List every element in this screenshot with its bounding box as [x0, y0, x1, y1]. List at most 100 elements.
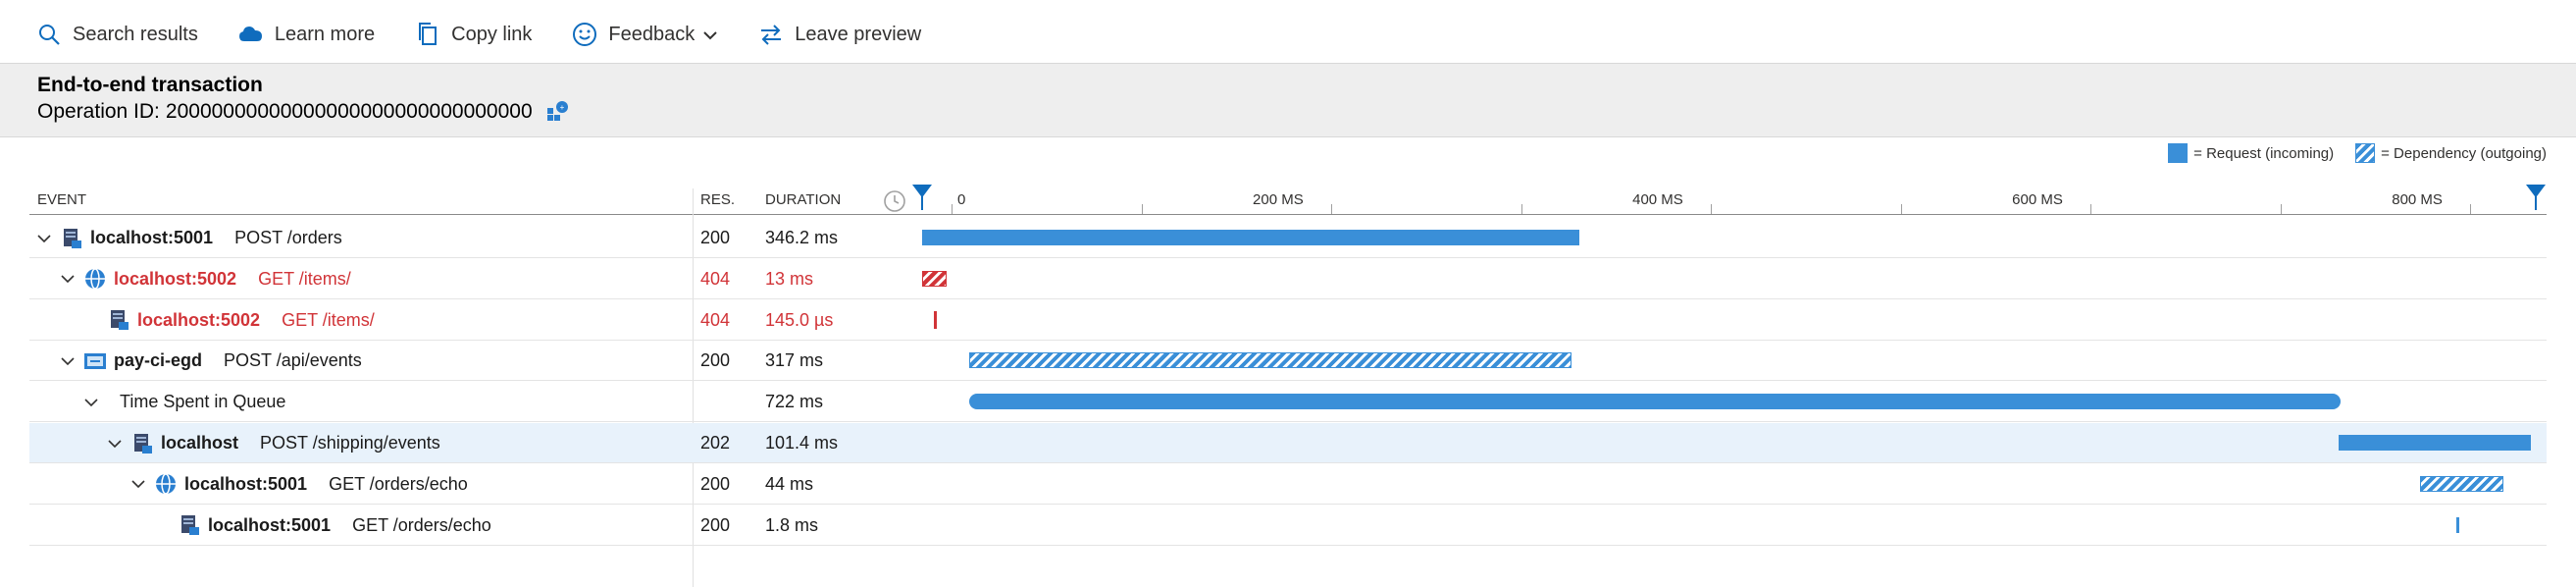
search-results-label: Search results: [73, 23, 198, 45]
duration-value: 13 ms: [765, 268, 814, 289]
event-column-header[interactable]: EVENT: [37, 191, 86, 208]
chevron-down-icon[interactable]: [129, 475, 147, 493]
axis-minor-tick: [1900, 204, 1902, 214]
event-cell: localhost POST /shipping/events: [106, 423, 440, 463]
res-column-header[interactable]: RES.: [700, 191, 735, 208]
result-code: 200: [700, 228, 731, 247]
timeline-bar[interactable]: [969, 394, 2341, 410]
duration-value: 722 ms: [765, 392, 824, 412]
feedback-label: Feedback: [608, 23, 696, 45]
command-bar: Search results Learn more Copy link Feed…: [0, 0, 2576, 69]
operation-id-line: Operation ID: 20000000000000000000000000…: [37, 99, 570, 125]
operation-name: Time Spent in Queue: [120, 392, 286, 412]
globe-icon: [82, 266, 108, 292]
axis-tick-line: [1711, 204, 1713, 214]
server-icon: [59, 226, 84, 251]
operation-id-value: 20000000000000000000000000000000: [165, 100, 533, 123]
table-row[interactable]: localhost:5002 GET /items/404 13 ms: [29, 259, 2547, 299]
duration-column-header[interactable]: DURATION: [765, 191, 841, 208]
timeline-legend: = Request (incoming) = Dependency (outgo…: [2168, 143, 2547, 163]
smiley-icon: [571, 21, 598, 48]
axis-minor-tick: [1520, 204, 1522, 214]
axis-tick-label: 200 MS: [1253, 191, 1304, 208]
copy-link-button[interactable]: Copy link: [414, 10, 532, 59]
table-row[interactable]: Time Spent in Queue 722 ms: [29, 382, 2547, 423]
event-cell: pay-ci-egd POST /api/events: [59, 341, 362, 381]
operation-name: POST /shipping/events: [260, 433, 440, 453]
range-start-handle-icon[interactable]: [912, 185, 932, 214]
axis-tick-label: 400 MS: [1632, 191, 1683, 208]
svg-text:+: +: [559, 103, 564, 112]
chevron-down-icon[interactable]: [59, 352, 77, 370]
axis-tick-label: 600 MS: [2012, 191, 2063, 208]
chevron-down-icon[interactable]: [106, 435, 124, 453]
axis-tick-label: 800 MS: [2392, 191, 2443, 208]
operation-name: GET /items/: [282, 309, 375, 330]
server-icon: [177, 512, 202, 538]
duration-value: 101.4 ms: [765, 433, 839, 453]
node-name: localhost:5002: [114, 268, 237, 289]
range-end-handle-icon[interactable]: [2526, 185, 2546, 214]
result-code: 202: [700, 433, 731, 453]
timeline-bar[interactable]: [922, 270, 948, 287]
chevron-down-icon[interactable]: [59, 270, 77, 288]
feedback-button[interactable]: Feedback: [571, 10, 718, 59]
operation-name: GET /orders/echo: [352, 514, 491, 535]
node-name: pay-ci-egd: [114, 350, 203, 371]
table-row[interactable]: localhost:5002 GET /items/404 145.0 µs: [29, 300, 2547, 341]
dependency-swatch: [2355, 143, 2376, 163]
swap-icon: [757, 21, 785, 48]
event-cell: localhost:5001 POST /orders: [35, 218, 342, 258]
learn-more-button[interactable]: Learn more: [237, 10, 375, 59]
table-row[interactable]: localhost:5001 GET /orders/echo 200 44 ms: [29, 464, 2547, 505]
table-row[interactable]: localhost:5001 POST /orders 200 346.2 ms: [29, 218, 2547, 258]
node-name: localhost:5002: [137, 309, 261, 330]
event-cell: localhost:5002 GET /items/: [59, 259, 351, 299]
leave-preview-button[interactable]: Leave preview: [757, 10, 921, 59]
event-cell: localhost:5002 GET /items/: [82, 300, 375, 341]
duration-value: 1.8 ms: [765, 514, 819, 535]
transaction-header: End-to-end transaction Operation ID: 200…: [0, 63, 2576, 137]
globe-icon: [153, 471, 179, 497]
axis-tick-line: [952, 204, 953, 214]
server-icon: [129, 431, 155, 456]
grid-header: EVENT RES. DURATION 0 200 MS 400 MS 600 MS 8…: [29, 185, 2547, 217]
page-title: End-to-end transaction: [37, 74, 263, 96]
learn-more-label: Learn more: [274, 23, 376, 45]
timeline-bar[interactable]: [969, 352, 1571, 369]
table-row[interactable]: localhost POST /shipping/events 202 101.4 m…: [29, 423, 2547, 463]
node-name: localhost: [161, 433, 239, 453]
chevron-down-icon[interactable]: [35, 230, 53, 247]
table-row[interactable]: localhost:5001 GET /orders/echo 200 1.8 ms: [29, 506, 2547, 546]
duration-value: 44 ms: [765, 473, 814, 494]
timeline-bar[interactable]: [933, 310, 937, 329]
event-cell: localhost:5001 GET /orders/echo: [153, 506, 491, 546]
copy-operation-id-icon[interactable]: +: [544, 99, 570, 125]
chevron-down-icon[interactable]: [82, 394, 100, 411]
table-row[interactable]: pay-ci-egd POST /api/events 200 317 ms: [29, 341, 2547, 382]
copy-icon: [414, 21, 441, 48]
axis-tick-line: [2470, 204, 2472, 214]
event-icon: [82, 348, 108, 374]
timeline-axis: 0 200 MS 400 MS 600 MS 800 MS: [952, 188, 2570, 214]
result-code: 200: [700, 350, 731, 371]
operation-name: POST /orders: [234, 228, 342, 247]
chevron-down-icon: [702, 27, 718, 42]
axis-minor-tick: [2280, 204, 2282, 214]
timeline-bar[interactable]: [2419, 475, 2504, 492]
event-cell: Time Spent in Queue: [82, 382, 285, 422]
search-results-button[interactable]: Search results: [35, 10, 198, 59]
axis-tick-label: 0: [957, 191, 966, 208]
result-code: 200: [700, 514, 731, 535]
result-code: 200: [700, 473, 731, 494]
result-code: 404: [700, 268, 731, 289]
timeline-bar[interactable]: [2338, 435, 2531, 451]
timeline-bar[interactable]: [922, 230, 1579, 245]
timeline-bar[interactable]: [2455, 516, 2460, 533]
operation-name: GET /orders/echo: [329, 473, 468, 494]
axis-minor-tick: [1141, 204, 1143, 214]
operation-id-label: Operation ID:: [37, 100, 160, 123]
history-icon[interactable]: [883, 189, 906, 217]
duration-value: 346.2 ms: [765, 228, 839, 247]
